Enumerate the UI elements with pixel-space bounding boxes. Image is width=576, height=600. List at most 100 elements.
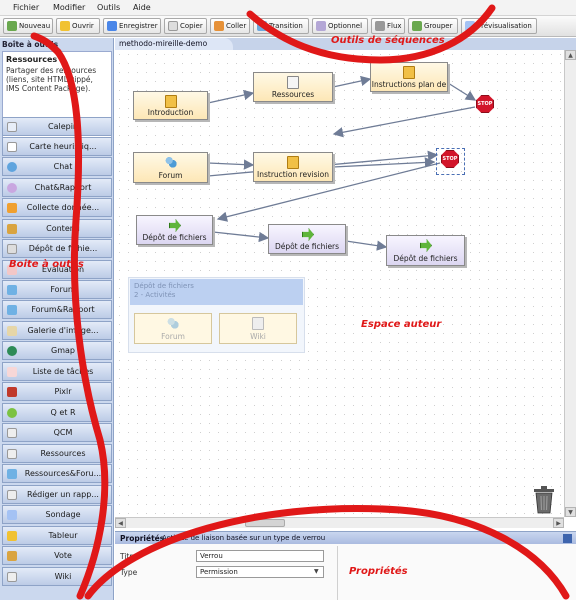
transition-button[interactable]: Transition (253, 18, 309, 34)
title-field[interactable]: Verrou (196, 550, 324, 562)
activity-depot-fichiers-3[interactable]: Dépôt de fichiers (386, 235, 465, 266)
vertical-scrollbar[interactable]: ▲ ▼ (564, 50, 576, 517)
save-button[interactable]: Enregistrer (103, 18, 161, 34)
tool-wiki[interactable]: Wiki (2, 567, 112, 586)
chat-bubble-icon (7, 162, 17, 172)
collapse-icon[interactable] (563, 534, 572, 543)
stop-gate[interactable]: STOP (476, 95, 494, 113)
toolbox-panel: Boîte à outils Ressources Partager des r… (0, 38, 114, 600)
tool-calepin[interactable]: Calepin (2, 117, 112, 136)
wiki-icon (252, 317, 264, 330)
paste-button[interactable]: Coller (210, 18, 250, 34)
people-icon (165, 156, 177, 169)
trash-icon[interactable] (531, 485, 557, 514)
menu-aide[interactable]: Aide (133, 3, 151, 12)
open-folder-icon (60, 21, 70, 31)
optional-button[interactable]: Optionnel (312, 18, 368, 34)
tool-qcm[interactable]: QCM (2, 423, 112, 442)
open-button[interactable]: Ouvrir (56, 18, 100, 34)
annotation-author-space: Espace auteur (361, 319, 442, 330)
transition-icon (257, 21, 267, 31)
stop-gate-selected[interactable]: STOP (441, 150, 459, 168)
horizontal-scrollbar[interactable]: ◀ ▶ (115, 517, 564, 528)
optional-activity-wiki[interactable]: Wiki (219, 313, 297, 344)
tool-contenu[interactable]: Contenu (2, 219, 112, 238)
tool-pixlr[interactable]: Pixlr (2, 382, 112, 401)
resources-forum-icon (7, 469, 17, 479)
properties-header: Propriétés Activité de liaison basée sur… (115, 531, 576, 544)
document-icon (287, 156, 299, 169)
forum-icon (7, 285, 17, 295)
menu-outils[interactable]: Outils (97, 3, 120, 12)
task-list-icon (7, 367, 17, 377)
tool-galerie-images[interactable]: Galerie d'image... (2, 321, 112, 340)
group-icon (412, 21, 422, 31)
group-button[interactable]: Grouper (408, 18, 458, 34)
type-select[interactable]: Permission ▼ (196, 566, 324, 578)
tool-carte-heuristique[interactable]: Carte heuristiq... (2, 137, 112, 156)
optional-icon (316, 21, 326, 31)
activity-introduction[interactable]: Introduction (133, 91, 208, 120)
toolbox-title: Boîte à outils (2, 40, 59, 49)
chevron-down-icon: ▼ (314, 568, 319, 575)
tool-tableur[interactable]: Tableur (2, 526, 112, 545)
pixlr-icon (7, 387, 17, 397)
tool-q-et-r[interactable]: Q et R (2, 403, 112, 422)
activity-depot-fichiers-1[interactable]: Dépôt de fichiers (136, 215, 213, 245)
tool-rediger-rapport[interactable]: Rédiger un rapp... (2, 485, 112, 504)
document-icon (287, 76, 299, 89)
tool-collecte-donnees[interactable]: Collecte donnée... (2, 198, 112, 217)
quiz-icon (7, 428, 17, 438)
tool-depot-fichiers[interactable]: Dépôt de fichie... (2, 239, 112, 258)
tool-chat[interactable]: Chat (2, 157, 112, 176)
scroll-left-arrow[interactable]: ◀ (115, 518, 126, 528)
content-icon (7, 224, 17, 234)
properties-description: Activité de liaison basée sur un type de… (162, 534, 326, 542)
tool-forum[interactable]: Forum (2, 280, 112, 299)
resources-icon (7, 449, 17, 459)
mindmap-icon (7, 142, 17, 152)
scroll-down-arrow[interactable]: ▼ (565, 507, 576, 517)
tool-ressources[interactable]: Ressources (2, 444, 112, 463)
tool-liste-taches[interactable]: Liste de tâches (2, 362, 112, 381)
flow-button[interactable]: Flux (371, 18, 405, 34)
activity-forum[interactable]: Forum (133, 152, 208, 183)
optional-activity-group[interactable]: Dépôt de fichiers 2 - Activités Forum Wi… (128, 277, 305, 353)
tool-info-title: Ressources (6, 55, 58, 64)
tool-chat-rapport[interactable]: Chat&Rapport (2, 178, 112, 197)
properties-title: Propriétés (120, 534, 165, 543)
people-icon (167, 317, 179, 330)
new-button[interactable]: Nouveau (3, 18, 53, 34)
tool-sondage[interactable]: Sondage (2, 505, 112, 524)
type-label: Type (120, 568, 138, 577)
spreadsheet-icon (7, 531, 17, 541)
horizontal-scroll-thumb[interactable] (245, 519, 285, 527)
chat-report-icon (7, 183, 17, 193)
survey-icon (7, 510, 17, 520)
upload-arrow-icon (169, 219, 181, 232)
data-collection-icon (7, 203, 17, 213)
activity-instructions-plan[interactable]: Instructions plan de (370, 62, 448, 92)
sequence-tab[interactable]: methodo-mireille-demo (115, 38, 233, 50)
scroll-up-arrow[interactable]: ▲ (565, 50, 576, 60)
save-icon (107, 21, 117, 31)
file-upload-icon (7, 244, 17, 254)
title-label: Titre (120, 552, 137, 561)
copy-icon (168, 21, 178, 31)
activity-ressources[interactable]: Ressources (253, 72, 333, 102)
tool-forum-rapport[interactable]: Forum&Rapport (2, 300, 112, 319)
preview-button[interactable]: Prévisualisation (461, 18, 537, 34)
write-report-icon (7, 490, 17, 500)
copy-button[interactable]: Copier (164, 18, 207, 34)
tool-ressources-forum[interactable]: Ressources&Foru... (2, 464, 112, 483)
activity-instruction-revision[interactable]: Instruction revision (253, 152, 333, 182)
scroll-right-arrow[interactable]: ▶ (553, 518, 564, 528)
notebook-icon (7, 122, 17, 132)
tool-vote[interactable]: Vote (2, 546, 112, 565)
lams-authoring-window: Fichier Modifier Outils Aide Nouveau Ouv… (0, 0, 576, 600)
menu-modifier[interactable]: Modifier (53, 3, 85, 12)
optional-activity-forum[interactable]: Forum (134, 313, 212, 344)
activity-depot-fichiers-2[interactable]: Dépôt de fichiers (268, 224, 346, 254)
tool-gmap[interactable]: Gmap (2, 341, 112, 360)
menu-fichier[interactable]: Fichier (13, 3, 39, 12)
